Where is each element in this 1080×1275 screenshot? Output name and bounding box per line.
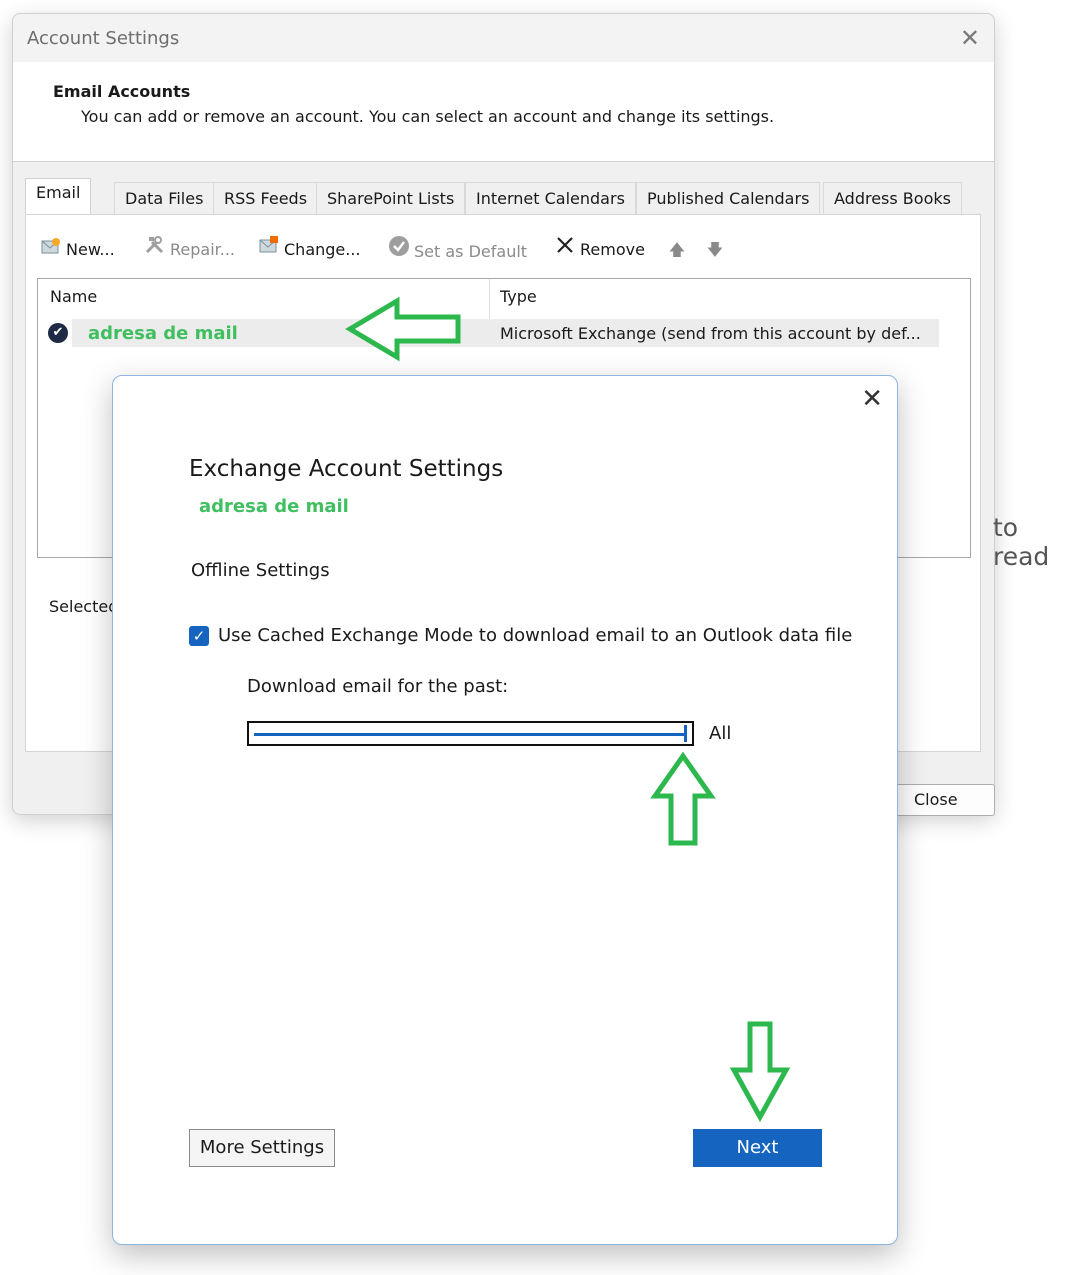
new-label: New... [66,240,115,259]
cached-mode-label[interactable]: Use Cached Exchange Mode to download ema… [218,625,852,646]
tab-rss-feeds[interactable]: RSS Feeds [213,182,319,214]
tab-internet-calendars[interactable]: Internet Calendars [465,182,636,214]
account-address: adresa de mail [199,496,349,517]
annotation-arrow-left-icon [345,296,461,362]
email-accounts-heading: Email Accounts [53,82,191,101]
remove-button[interactable]: Remove [554,235,645,265]
move-down-button[interactable]: 🡇 [704,235,730,265]
offline-settings-heading: Offline Settings [191,560,330,581]
more-settings-button[interactable]: More Settings [189,1129,335,1167]
annotation-arrow-down-icon [729,1021,791,1123]
header-description: You can add or remove an account. You ca… [81,107,775,126]
account-name-cell[interactable]: adresa de mail [88,323,238,344]
column-header-name[interactable]: Name [50,287,97,306]
check-badge-icon: ✔ [48,323,68,343]
tab-published-calendars[interactable]: Published Calendars [636,182,821,214]
change-button[interactable]: Change... [258,235,361,265]
selected-account-label: Selected [49,597,119,616]
next-button[interactable]: Next [693,1129,822,1167]
close-icon[interactable]: ✕ [861,384,883,414]
slider-thumb[interactable] [684,725,687,742]
move-up-button[interactable]: 🡅 [666,235,692,265]
tab-sharepoint-lists[interactable]: SharePoint Lists [316,182,466,214]
set-default-button[interactable]: Set as Default [388,235,527,265]
dialog-title: Exchange Account Settings [189,456,504,482]
column-header-type[interactable]: Type [500,287,537,306]
remove-label: Remove [580,240,645,259]
header-area: Email Accounts You can add or remove an … [13,62,994,162]
repair-label: Repair... [170,240,236,259]
new-button[interactable]: New... [40,235,115,265]
set-default-label: Set as Default [414,242,528,261]
arrow-up-icon: 🡅 [668,240,686,259]
close-icon[interactable]: ✕ [960,24,980,52]
envelope-edit-icon [258,235,280,265]
account-type-cell[interactable]: Microsoft Exchange (send from this accou… [500,324,921,343]
slider-track [254,733,687,736]
column-separator [489,279,490,319]
check-circle-icon [388,235,410,267]
download-period-slider[interactable] [247,721,694,746]
tab-address-books[interactable]: Address Books [823,182,962,214]
tab-data-files[interactable]: Data Files [114,182,215,214]
window-title: Account Settings [27,28,180,49]
repair-button[interactable]: Repair... [144,235,235,265]
slider-value-label: All [709,723,732,744]
arrow-down-icon: 🡇 [706,240,724,259]
cached-mode-checkbox[interactable]: ✓ [189,626,209,646]
change-label: Change... [284,240,361,259]
download-period-label: Download email for the past: [247,676,509,697]
close-button[interactable]: Close [893,784,995,816]
tools-icon [144,235,166,265]
envelope-plus-icon [40,235,62,265]
tab-email[interactable]: Email [25,178,92,214]
title-bar: Account Settings ✕ [13,14,994,62]
background-text: to read [993,513,1050,571]
x-icon [554,235,576,265]
annotation-arrow-up-icon [650,751,716,846]
